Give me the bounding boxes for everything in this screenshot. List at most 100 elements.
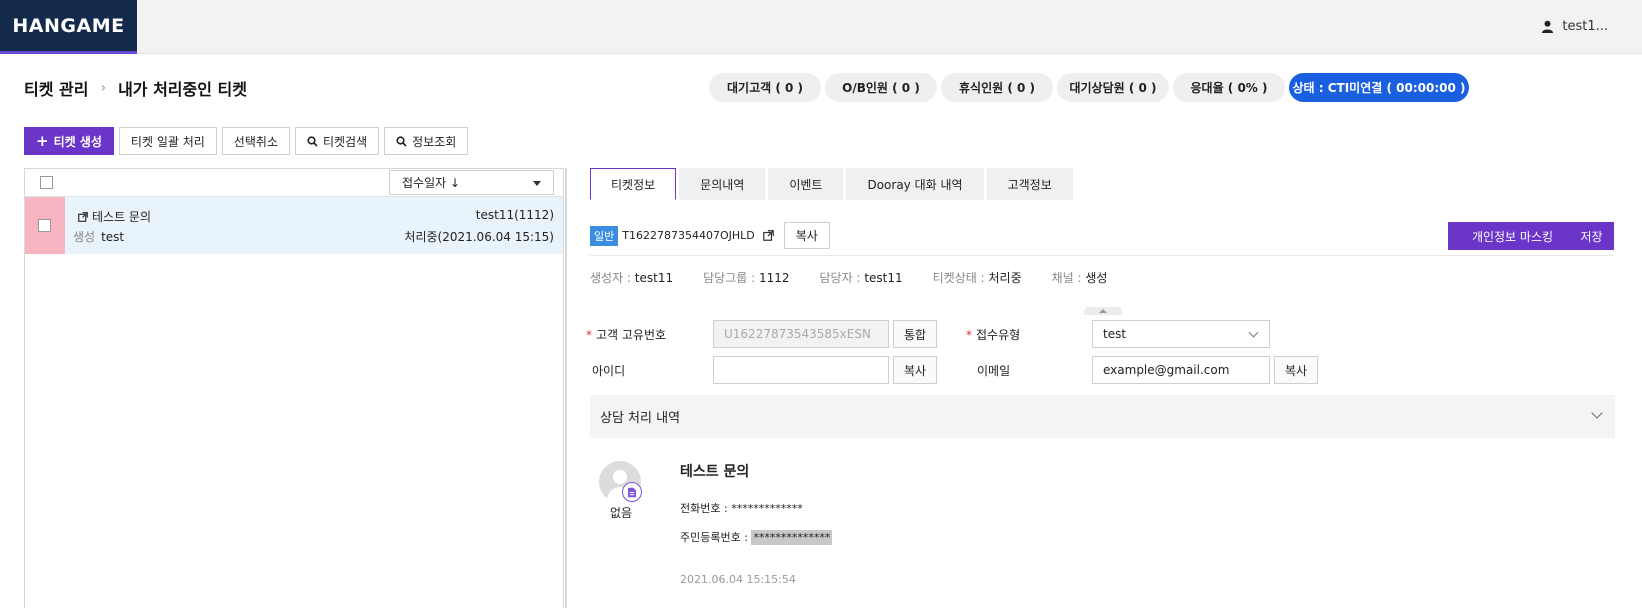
ticket-list-item[interactable]: 테스트 문의 생성 test test11(1112) 처리중(2021.06.0… xyxy=(25,197,563,254)
ticket-status: 처리중(2021.06.04 15:15) xyxy=(404,230,554,244)
ticket-subline: 생성 test xyxy=(73,228,124,245)
tab-ticket-info[interactable]: 티켓정보 xyxy=(590,168,677,200)
meta-assignee: 담당자 : test11 xyxy=(820,269,903,286)
page-title: 내가 처리중인 티켓 xyxy=(118,80,247,99)
message-title: 테스트 문의 xyxy=(680,464,750,480)
info-lookup-button[interactable]: 정보조회 xyxy=(384,127,469,155)
meta-channel: 채널 : 생성 xyxy=(1052,269,1108,286)
rrn-line: 주민등록번호 : ************** xyxy=(680,529,833,545)
meta-creator-key: 생성자 : xyxy=(590,271,635,285)
select-all-checkbox[interactable] xyxy=(40,176,53,189)
plus-icon: + xyxy=(36,131,49,150)
phone-label: 전화번호 : xyxy=(680,502,732,515)
merge-button[interactable]: 통합 xyxy=(893,320,938,348)
deselect-button[interactable]: 선택취소 xyxy=(221,127,290,155)
external-link-icon[interactable] xyxy=(762,230,774,241)
section-title: 상담 처리 내역 xyxy=(600,411,681,426)
ticket-toolbar: + 티켓 생성 티켓 일괄 처리 선택취소 티켓검색 정보조회 xyxy=(24,127,469,155)
privacy-masking-button[interactable]: 개인정보 마스킹 xyxy=(1448,222,1577,250)
ticket-channel: 생성 xyxy=(73,230,96,244)
ticket-id-line: 일반 T1622787354407OJHLD 복사 xyxy=(590,222,830,249)
meta-assignee-value: test11 xyxy=(864,271,903,285)
cti-status-bar: 대기고객 ( 0 ) O/B인원 ( 0 ) 휴식인원 ( 0 ) 대기상담원 … xyxy=(709,73,1469,102)
info-lookup-label: 정보조회 xyxy=(412,134,457,149)
meta-status-key: 티켓상태 : xyxy=(932,271,989,285)
tab-events[interactable]: 이벤트 xyxy=(768,168,844,200)
batch-process-button[interactable]: 티켓 일괄 처리 xyxy=(118,127,217,155)
copy-account-button[interactable]: 복사 xyxy=(893,356,938,384)
ticket-title[interactable]: 테스트 문의 xyxy=(78,208,151,225)
sort-select-label: 접수일자 ↓ xyxy=(402,176,461,190)
reception-type-value: test xyxy=(1103,327,1127,341)
reception-type-select[interactable]: test xyxy=(1092,320,1270,348)
ticket-id: T1622787354407OJHLD xyxy=(622,229,755,242)
ticket-list-panel: 접수일자 ↓ 테스트 문의 생성 test test11(1112) 처리중(20… xyxy=(24,168,564,608)
meta-group: 담당그룹 : 1112 xyxy=(703,269,789,286)
breadcrumb: 티켓 관리 › 내가 처리중인 티켓 xyxy=(24,76,247,100)
detail-tabs: 티켓정보 문의내역 이벤트 Dooray 대화 내역 고객정보 xyxy=(590,168,1073,200)
ticket-priority-marker xyxy=(25,197,65,254)
ticket-checkbox[interactable] xyxy=(38,219,51,232)
required-mark: * xyxy=(966,328,972,342)
meta-group-value: 1112 xyxy=(758,271,790,285)
phone-line: 전화번호 : ************* xyxy=(680,500,803,516)
customer-id-field[interactable]: U16227873543585xESN xyxy=(713,320,889,348)
panel-resizer[interactable] xyxy=(565,168,567,608)
consultation-history-header[interactable]: 상담 처리 내역 xyxy=(590,395,1615,438)
divider xyxy=(590,255,1614,256)
ticket-list-header: 접수일자 ↓ xyxy=(25,169,563,197)
waiting-agents-badge: 대기상담원 ( 0 ) xyxy=(1057,73,1169,102)
tab-inquiry-history[interactable]: 문의내역 xyxy=(679,168,766,200)
avatar-head xyxy=(613,470,627,484)
meta-channel-value: 생성 xyxy=(1085,271,1108,285)
meta-status: 티켓상태 : 처리중 xyxy=(933,269,1022,286)
response-rate-badge: 응대율 ( 0% ) xyxy=(1173,73,1285,102)
customer-id-label: * 고객 고유번호 xyxy=(586,326,666,343)
ticket-search-button[interactable]: 티켓검색 xyxy=(294,127,380,155)
waiting-customers-badge: 대기고객 ( 0 ) xyxy=(709,73,821,102)
create-ticket-label: 티켓 생성 xyxy=(53,134,102,149)
avatar-label: 없음 xyxy=(610,506,633,520)
ticket-creator: test xyxy=(101,230,125,244)
chevron-down-icon xyxy=(1248,327,1259,338)
ticket-title-text: 테스트 문의 xyxy=(92,210,152,224)
tab-dooray-chat[interactable]: Dooray 대화 내역 xyxy=(846,168,984,200)
phone-value: ************* xyxy=(731,502,803,515)
meta-channel-key: 채널 : xyxy=(1051,271,1086,285)
account-label: 아이디 xyxy=(592,364,626,378)
chevron-right-icon: › xyxy=(100,80,107,96)
meta-group-key: 담당그룹 : xyxy=(703,271,759,285)
meta-assignee-key: 담당자 : xyxy=(819,271,865,285)
collapse-handle[interactable] xyxy=(1084,307,1122,315)
copy-ticket-id-button[interactable]: 복사 xyxy=(783,222,830,249)
email-field[interactable]: example@gmail.com xyxy=(1092,356,1270,384)
top-bar: HANGAME test1... xyxy=(0,0,1642,54)
sort-select[interactable]: 접수일자 ↓ xyxy=(389,170,554,195)
rrn-label: 주민등록번호 : xyxy=(680,531,752,544)
caret-down-icon xyxy=(533,181,541,186)
customer-id-label-text: 고객 고유번호 xyxy=(596,328,667,342)
reception-type-label-text: 접수유형 xyxy=(976,328,1021,342)
cti-status-button[interactable]: 상태 : CTI미연결 ( 00:00:00 ) xyxy=(1289,73,1469,102)
ticket-type-badge: 일반 xyxy=(590,225,619,246)
copy-email-button[interactable]: 복사 xyxy=(1274,356,1319,384)
document-icon-glyph xyxy=(628,487,636,497)
document-icon xyxy=(622,482,642,502)
create-ticket-button[interactable]: + 티켓 생성 xyxy=(24,127,114,155)
ticket-search-label: 티켓검색 xyxy=(322,134,368,149)
user-name: test1... xyxy=(1562,19,1608,34)
account-field[interactable] xyxy=(713,356,889,384)
user-menu[interactable]: test1... xyxy=(1541,19,1608,34)
search-icon xyxy=(307,135,318,147)
hangame-logo[interactable]: HANGAME xyxy=(0,0,137,54)
tab-customer-info[interactable]: 고객정보 xyxy=(986,168,1073,200)
meta-status-value: 처리중 xyxy=(988,271,1022,285)
save-button[interactable]: 저장 xyxy=(1569,222,1614,250)
outbound-agents-badge: O/B인원 ( 0 ) xyxy=(825,73,937,102)
resting-agents-badge: 휴식인원 ( 0 ) xyxy=(941,73,1053,102)
breadcrumb-root[interactable]: 티켓 관리 xyxy=(24,76,88,100)
rrn-value[interactable]: ************** xyxy=(751,530,833,545)
search-icon xyxy=(396,135,407,147)
meta-creator: 생성자 : test11 xyxy=(590,269,673,286)
reception-type-label: * 접수유형 xyxy=(966,326,1020,343)
